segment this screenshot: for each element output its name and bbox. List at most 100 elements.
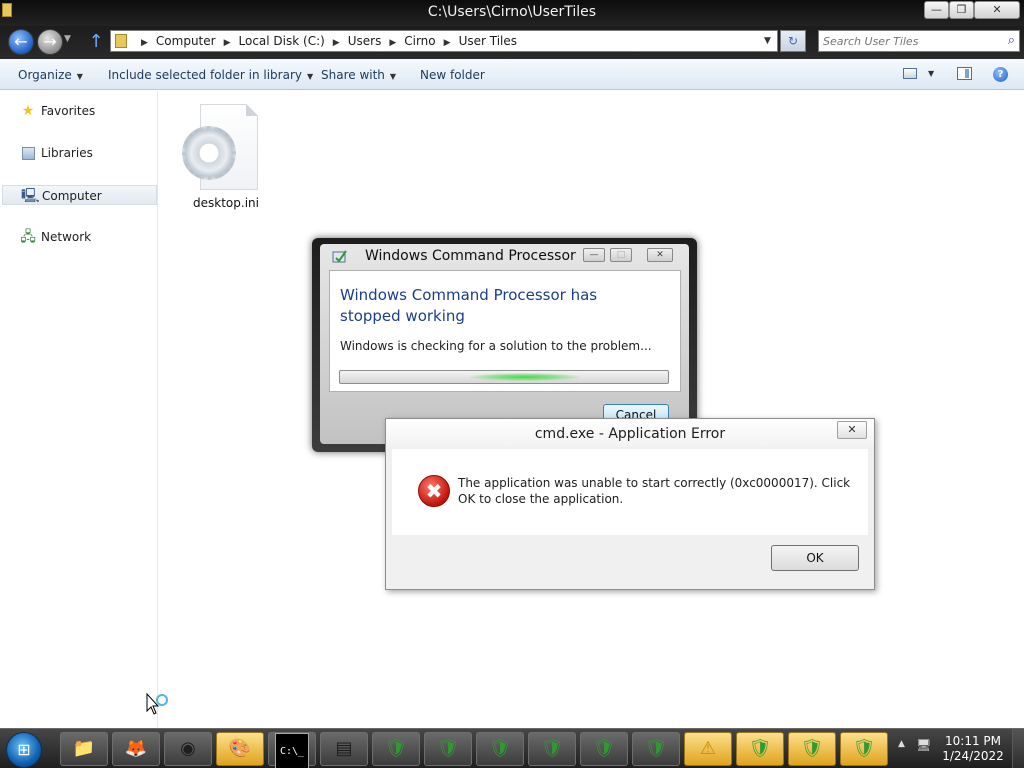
installer-taskbar-icon-5[interactable]: 🛡	[580, 732, 628, 766]
chevron-right-icon[interactable]: ▶	[141, 38, 148, 48]
cmd-taskbar-icon[interactable]: C:\_	[268, 732, 316, 768]
installer-1-glyph: 🛡	[384, 738, 408, 759]
show-hidden-icons-icon[interactable]: ▲	[898, 739, 905, 749]
organize-label: Organize	[18, 68, 72, 82]
breadcrumb: ▶ Computer ▶ Local Disk (C:) ▶ Users ▶ Cirno ▶ Us…	[133, 34, 517, 48]
app-error-dialog: cmd.exe - Application Error ✕ ✖ The appl…	[385, 418, 875, 590]
installer-taskbar-icon-4[interactable]: 🛡	[528, 732, 576, 766]
clock-date: 1/24/2022	[942, 749, 1004, 763]
installer-taskbar-icon-3[interactable]: 🛡	[476, 732, 524, 766]
library-icon	[22, 147, 35, 160]
new-folder-button[interactable]: New folder	[420, 68, 485, 82]
refresh-icon[interactable]: ↻	[780, 30, 806, 52]
preview-pane-icon[interactable]	[957, 67, 972, 80]
network-tray-icon[interactable]: 🖥	[916, 738, 932, 754]
chevron-right-icon[interactable]: ▶	[224, 38, 231, 48]
folder-icon	[115, 34, 127, 48]
warning-taskbar-icon[interactable]: ⚠	[684, 732, 732, 766]
nav-item-label: Libraries	[41, 146, 93, 160]
nav-item-network[interactable]: 🖧 Network	[2, 227, 157, 247]
forward-button[interactable]: →	[37, 29, 63, 55]
installer-2-glyph: 🛡	[436, 738, 460, 759]
nav-item-label: Favorites	[41, 104, 96, 118]
installer-taskbar-icon-7[interactable]: 🛡	[736, 732, 784, 766]
firefox-taskbar-icon[interactable]: 🦊	[112, 732, 160, 766]
clock-time: 10:11 PM	[945, 734, 1001, 748]
file-item[interactable]: desktop.ini	[180, 102, 272, 212]
chevron-right-icon[interactable]: ▶	[389, 38, 396, 48]
recent-pages-dropdown[interactable]: ▼	[64, 34, 71, 44]
nav-item-favorites[interactable]: ★ Favorites	[2, 101, 157, 121]
breadcrumb-computer[interactable]: Computer	[156, 34, 216, 48]
breadcrumb-users[interactable]: Users	[348, 34, 382, 48]
chevron-down-icon: ▼	[389, 72, 397, 81]
explorer-taskbar-icon[interactable]: 📁	[60, 732, 108, 766]
cmd-glyph: C:\_	[274, 733, 310, 768]
wcp-message: Windows is checking for a solution to th…	[340, 339, 652, 353]
help-icon[interactable]: ?	[993, 67, 1008, 82]
installer-6-glyph: 🛡	[644, 738, 668, 759]
clock[interactable]: 10:11 PM 1/24/2022	[938, 734, 1008, 764]
command-bar: Organize ▼ Include selected folder in lib…	[0, 59, 1024, 90]
close-button[interactable]: ✕	[974, 1, 1020, 19]
back-button[interactable]: ←	[8, 29, 34, 55]
share-with-menu[interactable]: Share with ▼	[321, 68, 396, 82]
breadcrumb-cirno[interactable]: Cirno	[404, 34, 435, 48]
wcp-close-button[interactable]: ✕	[647, 248, 673, 262]
wcp-maximize-button: □	[610, 248, 632, 262]
file-name: desktop.ini	[193, 196, 259, 210]
breadcrumb-user-tiles[interactable]: User Tiles	[459, 34, 517, 48]
installer-5-glyph: 🛡	[592, 738, 616, 759]
include-in-library-menu[interactable]: Include selected folder in library ▼	[108, 68, 313, 82]
error-dialog-body: ✖ The application was unable to start co…	[392, 449, 868, 535]
breadcrumb-local-disk[interactable]: Local Disk (C:)	[239, 34, 325, 48]
paint-taskbar-icon[interactable]: 🎨	[216, 732, 264, 766]
desktop-screen: C:\Users\Cirno\UserTiles — ❐ ✕ ← → ▼ ↑ ▶…	[0, 0, 1024, 768]
wcp-headline: Windows Command Processor has stopped wo…	[340, 286, 598, 325]
address-history-dropdown[interactable]: ▼	[764, 36, 771, 46]
wcp-dialog-title: Windows Command Processor	[365, 248, 576, 264]
busy-cursor-icon	[146, 693, 168, 715]
chevron-down-icon: ▼	[76, 72, 83, 81]
change-view-icon[interactable]	[903, 68, 917, 79]
installer-taskbar-icon-1[interactable]: 🛡	[372, 732, 420, 766]
chevron-right-icon[interactable]: ▶	[444, 38, 451, 48]
search-box[interactable]: ⌕	[818, 30, 1020, 52]
network-icon: 🖧	[20, 229, 36, 245]
progress-bar	[339, 370, 669, 384]
nav-item-computer[interactable]: 🖳 Computer	[2, 185, 157, 205]
minimize-button[interactable]: —	[924, 1, 949, 19]
address-bar[interactable]: ▶ Computer ▶ Local Disk (C:) ▶ Users ▶ Cirno ▶ Us…	[110, 30, 778, 52]
ok-button[interactable]: OK	[771, 545, 859, 571]
error-dialog-titlebar[interactable]: cmd.exe - Application Error ✕	[386, 419, 874, 447]
installer-taskbar-icon-6[interactable]: 🛡	[632, 732, 680, 766]
chevron-right-icon[interactable]: ▶	[333, 38, 340, 48]
chrome-taskbar-icon[interactable]: ◉	[164, 732, 212, 766]
gear-icon	[182, 126, 236, 180]
maximize-button[interactable]: ❐	[949, 1, 974, 19]
window-titlebar[interactable]: C:\Users\Cirno\UserTiles — ❐ ✕	[0, 0, 1024, 26]
start-button[interactable]: ⊞	[6, 732, 42, 768]
wcp-minimize-button: —	[583, 248, 605, 262]
window-taskbar-icon[interactable]: ▤	[320, 732, 368, 766]
view-options-dropdown[interactable]: ▼	[928, 69, 934, 78]
installer-taskbar-icon-9[interactable]: 🛡	[840, 732, 888, 766]
installer-taskbar-icon-8[interactable]: 🛡	[788, 732, 836, 766]
organize-menu[interactable]: Organize ▼	[18, 68, 83, 82]
up-arrow-icon[interactable]: ↑	[88, 30, 104, 54]
nav-item-libraries[interactable]: Libraries	[2, 143, 157, 163]
installer-taskbar-icon-2[interactable]: 🛡	[424, 732, 472, 766]
chevron-down-icon: ▼	[306, 72, 314, 81]
share-label: Share with	[321, 68, 385, 82]
chrome-glyph: ◉	[180, 738, 196, 759]
window-title: C:\Users\Cirno\UserTiles	[427, 4, 597, 20]
search-icon[interactable]: ⌕	[1008, 33, 1015, 48]
nav-item-label: Computer	[42, 189, 102, 203]
show-desktop-button[interactable]	[1012, 729, 1024, 768]
error-close-button[interactable]: ✕	[837, 421, 867, 439]
installer-3-glyph: 🛡	[488, 738, 512, 759]
warning-glyph: ⚠	[699, 738, 717, 759]
search-input[interactable]	[823, 33, 993, 49]
navigation-pane: ★ Favorites Libraries 🖳 Computer 🖧 Netwo…	[0, 91, 158, 728]
paint-glyph: 🎨	[228, 738, 252, 759]
